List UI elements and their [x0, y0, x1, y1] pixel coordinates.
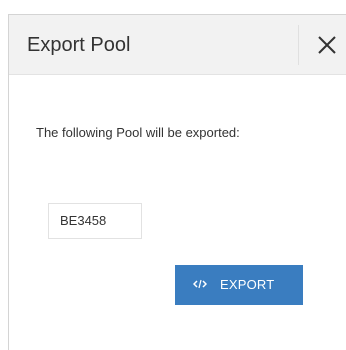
- export-button[interactable]: EXPORT: [175, 265, 303, 305]
- code-icon: [193, 279, 207, 289]
- close-icon: [318, 36, 336, 54]
- header-divider: [298, 25, 299, 65]
- dialog-title: Export Pool: [27, 34, 131, 56]
- close-button[interactable]: [309, 25, 345, 65]
- export-pool-dialog: Export Pool The following Pool will be e…: [8, 14, 346, 350]
- pool-name: BE3458: [60, 213, 107, 228]
- export-message: The following Pool will be exported:: [36, 125, 240, 140]
- pool-item: BE3458: [48, 203, 142, 239]
- dialog-header: Export Pool: [9, 15, 346, 75]
- export-button-label: EXPORT: [220, 277, 275, 292]
